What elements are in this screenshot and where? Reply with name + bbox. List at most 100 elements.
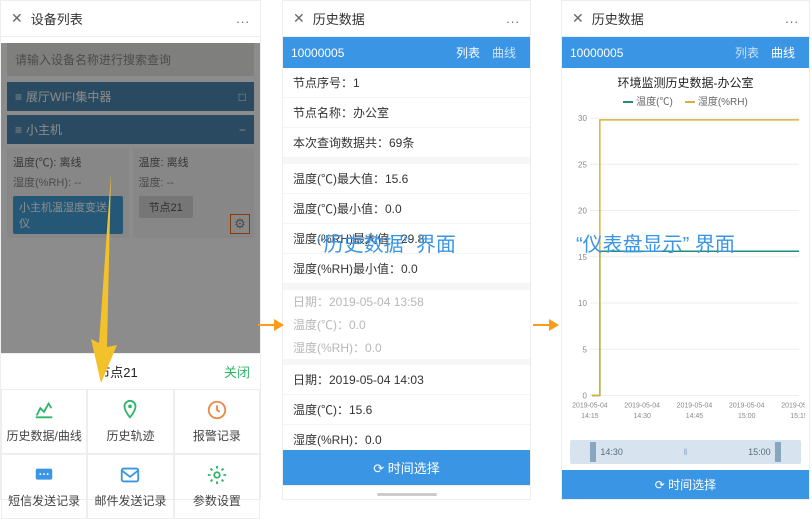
cell-label: 历史数据/曲线 xyxy=(6,427,81,444)
slider-handle-left[interactable] xyxy=(590,442,596,462)
slider-tick: 14:30 xyxy=(600,447,623,457)
record-row: 湿度(%RH)：0.0 xyxy=(283,336,530,359)
legend-label: 湿度(%RH) xyxy=(698,97,748,108)
chart-title: 环境监测历史数据-办公室 xyxy=(562,68,809,93)
search-input[interactable]: 请输入设备名称进行搜索查询 xyxy=(7,43,254,76)
cell-label: 参数设置 xyxy=(193,492,241,509)
svg-text:2019-05-04: 2019-05-04 xyxy=(729,403,765,410)
tab-list[interactable]: 列表 xyxy=(729,44,765,61)
gear-icon[interactable]: ⚙ xyxy=(230,214,250,234)
hum-line: 湿度: -- xyxy=(139,174,249,190)
header-title: 历史数据 xyxy=(592,9,785,28)
sub-bar: 10000005 列表 曲线 xyxy=(562,37,809,68)
sheet-close[interactable]: 关闭 xyxy=(224,362,250,381)
record-temp: 温度(℃)：15.6 xyxy=(283,395,530,425)
record-date: 日期：2019-05-04 14:03 xyxy=(283,365,530,395)
svg-text:15:15: 15:15 xyxy=(790,413,805,420)
device-button[interactable]: 节点21 xyxy=(139,196,193,218)
slider-tick: 15:00 xyxy=(748,447,771,457)
collapse-icon[interactable]: □ xyxy=(239,90,246,104)
tab-list[interactable]: 列表 xyxy=(450,44,486,61)
device-body: 请输入设备名称进行搜索查询 ≡ 展厅WIFI集中器 □ ≡ 小主机 − 温度(℃… xyxy=(1,43,260,353)
svg-text:25: 25 xyxy=(578,160,587,169)
cell-alarm-record[interactable]: 报警记录 xyxy=(174,389,260,454)
settings-icon xyxy=(206,464,228,486)
tab-curve[interactable]: 曲线 xyxy=(765,44,801,61)
svg-text:2019-05-04: 2019-05-04 xyxy=(624,403,660,410)
chart-icon xyxy=(33,399,55,421)
cell-mail-record[interactable]: 邮件发送记录 xyxy=(87,454,173,519)
record-row: 日期：2019-05-04 13:58 xyxy=(283,290,530,313)
svg-text:2019-05-04: 2019-05-04 xyxy=(781,403,805,410)
more-icon[interactable]: ... xyxy=(785,11,799,26)
close-icon[interactable]: ✕ xyxy=(572,10,584,27)
action-sheet-header: 节点21 关闭 xyxy=(1,353,260,389)
alarm-icon xyxy=(206,399,228,421)
list-icon: ≡ xyxy=(15,90,20,104)
cell-history-track[interactable]: 历史轨迹 xyxy=(87,389,173,454)
header-bar: ✕ 设备列表 ... xyxy=(1,1,260,37)
svg-text:2019-05-04: 2019-05-04 xyxy=(677,403,713,410)
location-icon xyxy=(119,399,141,421)
summary-row: 本次查询数据共：69条 xyxy=(283,128,530,158)
stat-row: 温度(℃)最大值：15.6 xyxy=(283,164,530,194)
svg-text:14:15: 14:15 xyxy=(581,413,599,420)
device-id: 10000005 xyxy=(570,46,729,60)
group-wifi-hub[interactable]: ≡ 展厅WIFI集中器 □ xyxy=(7,82,254,111)
close-icon[interactable]: ✕ xyxy=(11,10,23,27)
callout-dashboard: “仪表盘显示” 界面 xyxy=(576,228,735,257)
chart-legend: 温度(℃) 湿度(%RH) xyxy=(562,93,809,112)
svg-text:0: 0 xyxy=(582,391,587,400)
group-small-host[interactable]: ≡ 小主机 − xyxy=(7,115,254,144)
mail-icon xyxy=(119,464,141,486)
sheet-title: 节点21 xyxy=(11,362,224,381)
tab-curve[interactable]: 曲线 xyxy=(486,44,522,61)
annotation-arrow-right xyxy=(533,318,559,332)
temp-line: 温度: 离线 xyxy=(139,154,249,170)
svg-text:14:30: 14:30 xyxy=(633,413,651,420)
header-title: 设备列表 xyxy=(31,9,236,28)
more-icon[interactable]: ... xyxy=(506,11,520,26)
time-range-slider[interactable]: 14:30 ‖ 15:00 xyxy=(570,440,801,464)
svg-text:15:00: 15:00 xyxy=(738,413,756,420)
collapse-icon[interactable]: − xyxy=(239,123,246,137)
device-card[interactable]: 温度: 离线 湿度: -- 节点21 ⚙ xyxy=(133,148,255,238)
record-hum: 湿度(%RH)：0.0 xyxy=(283,425,530,450)
cell-label: 邮件发送记录 xyxy=(94,492,166,509)
device-id: 10000005 xyxy=(291,46,450,60)
stat-row: 温度(℃)最小值：0.0 xyxy=(283,194,530,224)
cell-label: 报警记录 xyxy=(193,427,241,444)
cell-history-data[interactable]: 历史数据/曲线 xyxy=(1,389,87,454)
annotation-arrow-down xyxy=(91,173,117,383)
panel-device-list: ✕ 设备列表 ... 请输入设备名称进行搜索查询 ≡ 展厅WIFI集中器 □ ≡… xyxy=(0,0,261,500)
group-label: 展厅WIFI集中器 xyxy=(26,88,239,105)
svg-text:5: 5 xyxy=(582,345,587,354)
stat-row: 湿度(%RH)最小值：0.0 xyxy=(283,254,530,284)
slider-handle-right[interactable] xyxy=(775,442,781,462)
group-label: 小主机 xyxy=(26,121,239,138)
header-title: 历史数据 xyxy=(313,9,506,28)
svg-text:14:45: 14:45 xyxy=(686,413,704,420)
svg-text:10: 10 xyxy=(578,299,587,308)
cell-label: 短信发送记录 xyxy=(8,492,80,509)
sub-bar: 10000005 列表 曲线 xyxy=(283,37,530,68)
record-row: 温度(℃)：0.0 xyxy=(283,313,530,336)
time-select-button[interactable]: ⟳ 时间选择 xyxy=(283,450,530,485)
close-icon[interactable]: ✕ xyxy=(293,10,305,27)
legend-swatch-hum xyxy=(685,101,695,103)
legend-label: 温度(℃) xyxy=(636,97,673,108)
time-select-button[interactable]: ⟳ 时间选择 xyxy=(562,470,809,499)
history-rows: 节点序号：1 节点名称：办公室 本次查询数据共：69条 温度(℃)最大值：15.… xyxy=(283,68,530,450)
more-icon[interactable]: ... xyxy=(236,11,250,26)
sms-icon xyxy=(33,464,55,486)
annotation-arrow-right xyxy=(258,318,284,332)
cell-params[interactable]: 参数设置 xyxy=(174,454,260,519)
cell-sms-record[interactable]: 短信发送记录 xyxy=(1,454,87,519)
header-bar: ✕ 历史数据 ... xyxy=(283,1,530,37)
callout-history: “历史数据” 界面 xyxy=(317,228,456,257)
summary-row: 节点序号：1 xyxy=(283,68,530,98)
chart-canvas[interactable]: 0510152025302019-05-0414:152019-05-0414:… xyxy=(566,112,805,436)
list-icon: ≡ xyxy=(15,123,20,137)
nav-pill xyxy=(283,485,530,499)
cell-label: 历史轨迹 xyxy=(106,427,154,444)
